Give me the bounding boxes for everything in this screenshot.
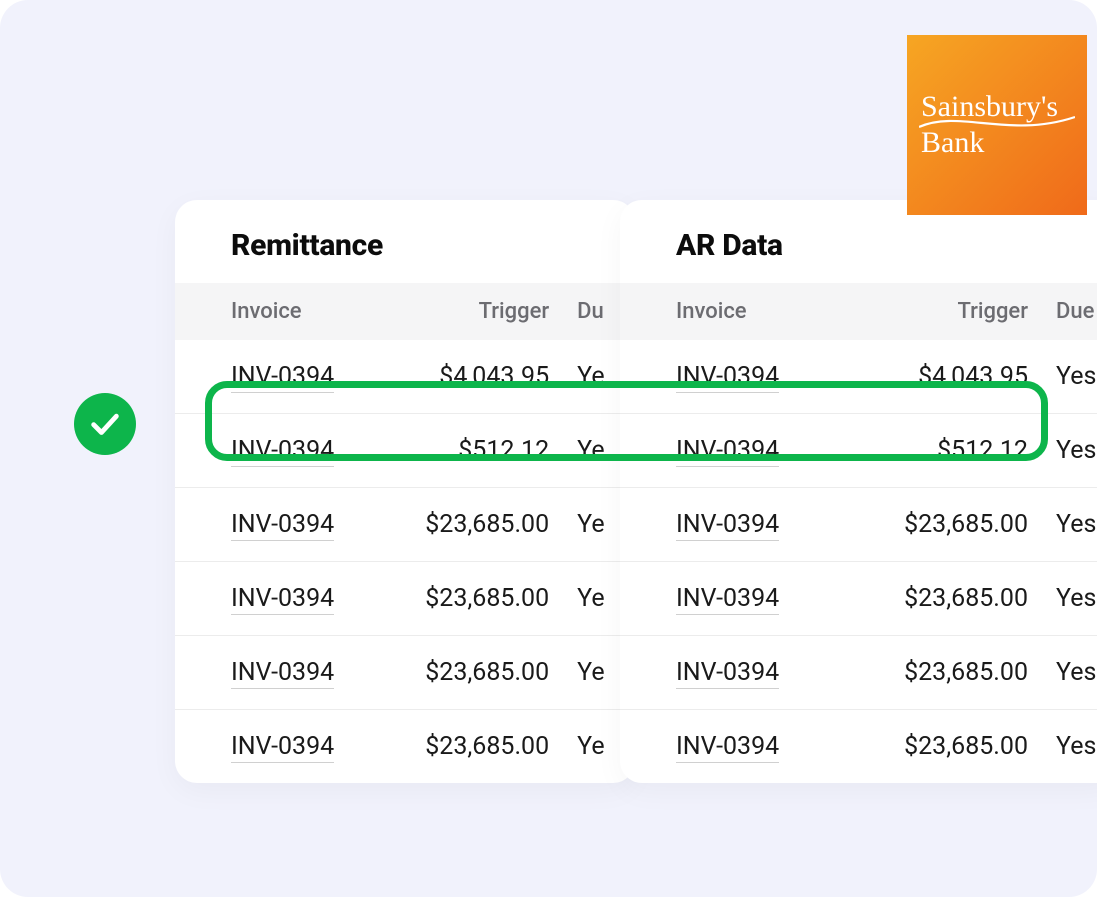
cell-invoice: INV-0394 bbox=[676, 436, 876, 465]
cell-trigger: $4,043.95 bbox=[412, 362, 549, 391]
match-check-badge bbox=[74, 393, 136, 455]
cell-due: Yes bbox=[1028, 436, 1097, 465]
col-header-invoice: Invoice bbox=[676, 299, 876, 324]
col-header-trigger: Trigger bbox=[412, 299, 549, 324]
cell-due: Yes bbox=[1028, 584, 1097, 613]
ar-data-card: AR Data Invoice Trigger Due INV-0394 $4,… bbox=[620, 200, 1097, 783]
table-row[interactable]: INV-0394 $4,043.95 Ye bbox=[175, 340, 635, 414]
table-row[interactable]: INV-0394 $23,685.00 Ye bbox=[175, 636, 635, 710]
table-row[interactable]: INV-0394 $23,685.00 Ye bbox=[175, 488, 635, 562]
bank-logo-line1: Sainsbury's bbox=[921, 92, 1087, 122]
table-row[interactable]: INV-0394 $23,685.00 Yes bbox=[620, 710, 1097, 783]
cell-invoice: INV-0394 bbox=[231, 510, 412, 539]
col-header-trigger: Trigger bbox=[876, 299, 1028, 324]
bank-logo: Sainsbury's Bank bbox=[907, 35, 1087, 215]
cell-due: Yes bbox=[1028, 732, 1097, 761]
cell-trigger: $23,685.00 bbox=[412, 732, 549, 761]
table-row[interactable]: INV-0394 $4,043.95 Yes bbox=[620, 340, 1097, 414]
table-row[interactable]: INV-0394 $23,685.00 Yes bbox=[620, 562, 1097, 636]
cell-trigger: $23,685.00 bbox=[412, 658, 549, 687]
table-row[interactable]: INV-0394 $512.12 Yes bbox=[620, 414, 1097, 488]
cell-invoice: INV-0394 bbox=[231, 732, 412, 761]
table-row[interactable]: INV-0394 $23,685.00 Ye bbox=[175, 562, 635, 636]
cell-trigger: $512.12 bbox=[876, 436, 1028, 465]
cell-invoice: INV-0394 bbox=[676, 362, 876, 391]
table-row[interactable]: INV-0394 $512.12 Ye bbox=[175, 414, 635, 488]
col-header-invoice: Invoice bbox=[231, 299, 412, 324]
app-canvas: Sainsbury's Bank Remittance Invoice Trig… bbox=[0, 0, 1097, 897]
cell-invoice: INV-0394 bbox=[676, 584, 876, 613]
cell-due: Yes bbox=[1028, 510, 1097, 539]
cell-invoice: INV-0394 bbox=[231, 584, 412, 613]
cell-trigger: $23,685.00 bbox=[876, 732, 1028, 761]
table-row[interactable]: INV-0394 $23,685.00 Yes bbox=[620, 488, 1097, 562]
ar-header-row: Invoice Trigger Due bbox=[620, 283, 1097, 340]
cell-invoice: INV-0394 bbox=[676, 658, 876, 687]
cell-trigger: $23,685.00 bbox=[876, 658, 1028, 687]
cell-trigger: $23,685.00 bbox=[412, 584, 549, 613]
cell-invoice: INV-0394 bbox=[676, 510, 876, 539]
remittance-title: Remittance bbox=[175, 200, 635, 283]
cell-trigger: $23,685.00 bbox=[412, 510, 549, 539]
table-row[interactable]: INV-0394 $23,685.00 Ye bbox=[175, 710, 635, 783]
bank-logo-line2: Bank bbox=[921, 126, 1087, 159]
col-header-due: Due bbox=[1028, 299, 1097, 324]
check-icon bbox=[88, 407, 122, 441]
cell-due: Yes bbox=[1028, 362, 1097, 391]
cell-invoice: INV-0394 bbox=[231, 658, 412, 687]
cell-trigger: $512.12 bbox=[412, 436, 549, 465]
cell-trigger: $4,043.95 bbox=[876, 362, 1028, 391]
remittance-rows: INV-0394 $4,043.95 Ye INV-0394 $512.12 Y… bbox=[175, 340, 635, 783]
cell-due: Yes bbox=[1028, 658, 1097, 687]
remittance-card: Remittance Invoice Trigger Du INV-0394 $… bbox=[175, 200, 635, 783]
cell-trigger: $23,685.00 bbox=[876, 584, 1028, 613]
cell-trigger: $23,685.00 bbox=[876, 510, 1028, 539]
cell-invoice: INV-0394 bbox=[231, 436, 412, 465]
remittance-header-row: Invoice Trigger Du bbox=[175, 283, 635, 340]
ar-rows: INV-0394 $4,043.95 Yes INV-0394 $512.12 … bbox=[620, 340, 1097, 783]
table-row[interactable]: INV-0394 $23,685.00 Yes bbox=[620, 636, 1097, 710]
cell-invoice: INV-0394 bbox=[676, 732, 876, 761]
cell-invoice: INV-0394 bbox=[231, 362, 412, 391]
